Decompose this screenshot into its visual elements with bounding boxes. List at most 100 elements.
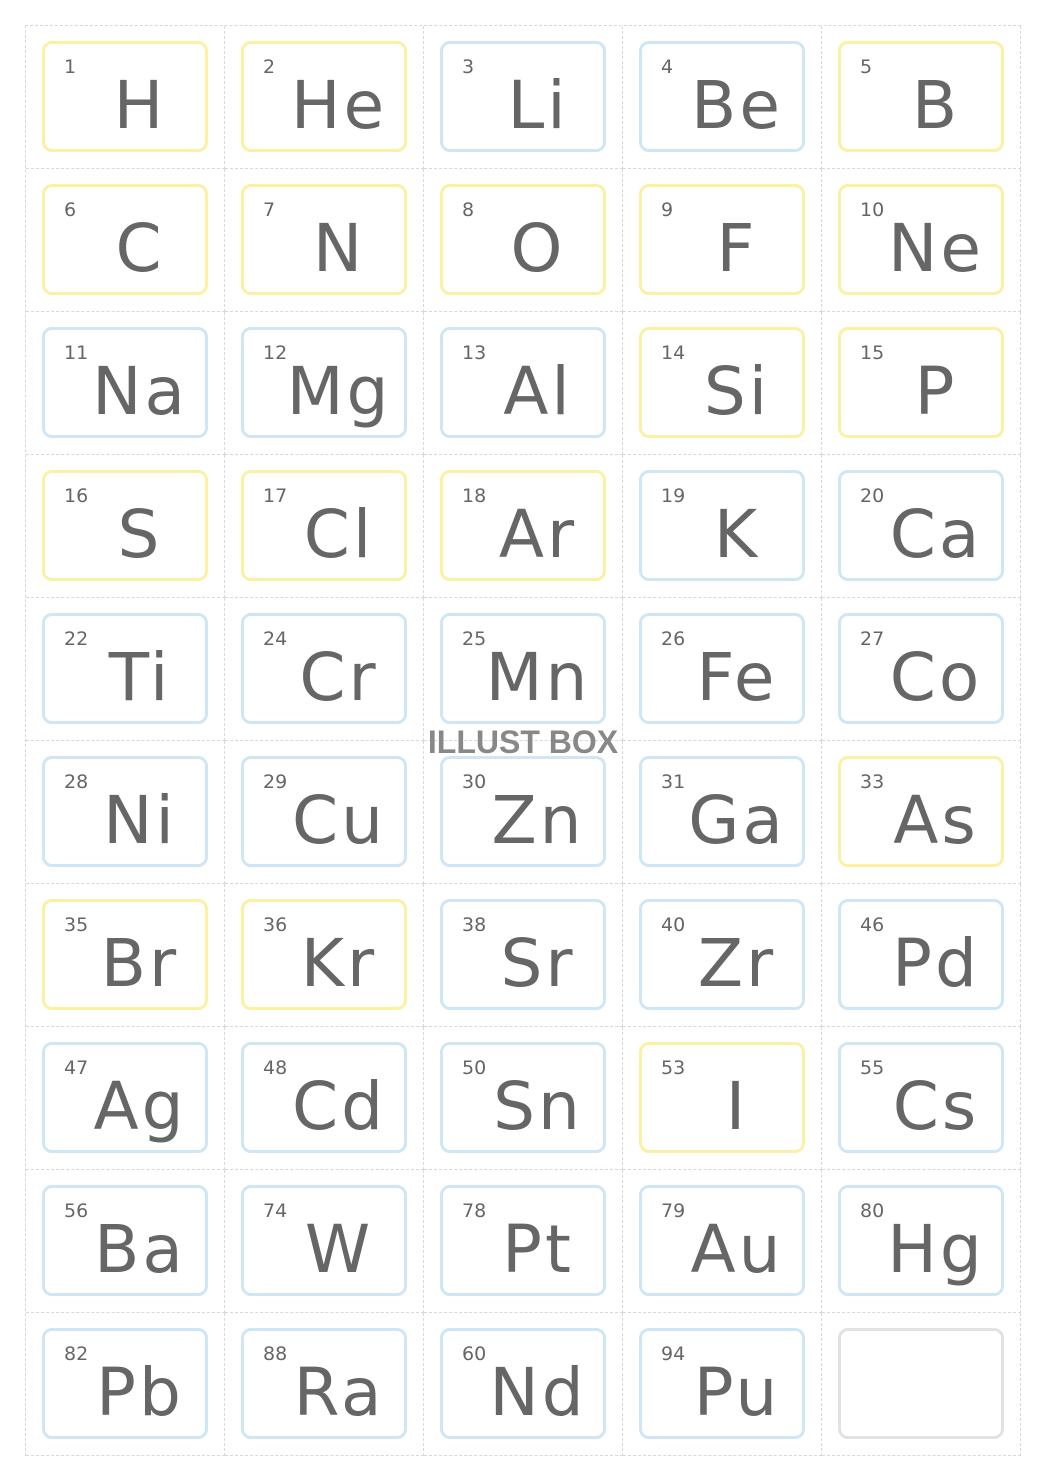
element-symbol: C [115, 210, 165, 287]
element-symbol: Ar [498, 496, 578, 573]
grid-cell: 13 Al [424, 312, 623, 455]
element-symbol: P [914, 353, 958, 430]
element-card: 18 Ar [440, 470, 606, 581]
grid-cell: 60 Nd [424, 1313, 623, 1456]
element-card: 14 Si [639, 327, 805, 438]
element-card: 7N [241, 184, 407, 295]
element-symbol: Al [503, 353, 573, 430]
element-card: 38 Sr [440, 899, 606, 1010]
element-symbol: I [725, 1068, 749, 1145]
grid-cell: 31 Ga [623, 741, 822, 884]
grid-cell: 48 Cd [225, 1027, 424, 1170]
element-card: 20 Ca [838, 470, 1004, 581]
element-symbol: Mn [485, 639, 591, 716]
element-symbol: Zr [697, 925, 777, 1002]
element-card: 88 Ra [241, 1328, 407, 1439]
element-card: 17 Cl [241, 470, 407, 581]
grid-cell: 35 Br [26, 884, 225, 1027]
grid-cell: 3 Li [424, 26, 623, 169]
element-card: 82 Pb [42, 1328, 208, 1439]
element-symbol: He [290, 67, 388, 144]
element-card: 5B [838, 41, 1004, 152]
grid-cell: 80 Hg [822, 1170, 1021, 1313]
element-card: 8O [440, 184, 606, 295]
element-symbol: Pt [502, 1211, 574, 1288]
grid-cell: 5B [822, 26, 1021, 169]
grid-cell: 19 K [623, 455, 822, 598]
element-card: 35 Br [42, 899, 208, 1010]
element-card: 9F [639, 184, 805, 295]
element-symbol: Cu [292, 782, 386, 859]
element-card: 1H [42, 41, 208, 152]
element-symbol: N [312, 210, 366, 287]
grid-cell: 78 Pt [424, 1170, 623, 1313]
grid-cell: 12 Mg [225, 312, 424, 455]
grid-cell: 25 Mn [424, 598, 623, 741]
element-card: 2 He [241, 41, 407, 152]
element-symbol: K [713, 496, 761, 573]
element-card: 22 Ti [42, 613, 208, 724]
grid-cell: 22 Ti [26, 598, 225, 741]
element-card: 26 Fe [639, 613, 805, 724]
element-card: 48 Cd [241, 1042, 407, 1153]
element-card: 15 P [838, 327, 1004, 438]
grid-cell: 17 Cl [225, 455, 424, 598]
grid-cell: 16 S [26, 455, 225, 598]
element-card: 24 Cr [241, 613, 407, 724]
element-card: 78 Pt [440, 1185, 606, 1296]
grid-cell: 88 Ra [225, 1313, 424, 1456]
element-card: 11 Na [42, 327, 208, 438]
element-symbol: Cs [892, 1068, 980, 1145]
grid-cell: 11 Na [26, 312, 225, 455]
element-symbol: O [510, 210, 566, 287]
element-symbol: Sn [493, 1068, 583, 1145]
element-symbol: Hg [887, 1211, 985, 1288]
element-card: 16 S [42, 470, 208, 581]
element-card: 13 Al [440, 327, 606, 438]
grid-cell: 15 P [822, 312, 1021, 455]
grid-cell: 1H [26, 26, 225, 169]
grid-cell [822, 1313, 1021, 1456]
element-card: 12 Mg [241, 327, 407, 438]
element-symbol: Ba [94, 1211, 186, 1288]
element-card: 19 K [639, 470, 805, 581]
grid-cell: 82 Pb [26, 1313, 225, 1456]
grid-cell: 47 Ag [26, 1027, 225, 1170]
element-symbol: Kr [300, 925, 378, 1002]
grid-cell: 30 Zn [424, 741, 623, 884]
grid-cell: 29 Cu [225, 741, 424, 884]
grid-cell: 74 W [225, 1170, 424, 1313]
grid-cell: 9F [623, 169, 822, 312]
grid-cell: 36 Kr [225, 884, 424, 1027]
element-symbol: B [911, 67, 961, 144]
element-card: 40 Zr [639, 899, 805, 1010]
grid-cell: 2 He [225, 26, 424, 169]
element-card: 28 Ni [42, 756, 208, 867]
element-card: 79 Au [639, 1185, 805, 1296]
element-card: 56 Ba [42, 1185, 208, 1296]
element-card: 53 I [639, 1042, 805, 1153]
grid-cell: 4 Be [623, 26, 822, 169]
element-card: 94 Pu [639, 1328, 805, 1439]
element-card: 4 Be [639, 41, 805, 152]
grid-cell: 38 Sr [424, 884, 623, 1027]
element-symbol: Ra [293, 1354, 385, 1431]
element-symbol: Ag [93, 1068, 187, 1145]
element-card: 46 Pd [838, 899, 1004, 1010]
element-symbol: Fe [696, 639, 778, 716]
element-symbol: W [304, 1211, 374, 1288]
grid-cell: 7N [225, 169, 424, 312]
grid-cell: 24 Cr [225, 598, 424, 741]
element-card: 74 W [241, 1185, 407, 1296]
element-symbol: Co [889, 639, 983, 716]
grid-cell: 26 Fe [623, 598, 822, 741]
element-card: 80 Hg [838, 1185, 1004, 1296]
element-card: 27 Co [838, 613, 1004, 724]
element-card: 6C [42, 184, 208, 295]
grid-cell: 79 Au [623, 1170, 822, 1313]
blank-card [838, 1328, 1004, 1439]
grid-cell: 33 As [822, 741, 1021, 884]
element-card: 36 Kr [241, 899, 407, 1010]
element-card: 47 Ag [42, 1042, 208, 1153]
element-symbol: Li [507, 67, 569, 144]
